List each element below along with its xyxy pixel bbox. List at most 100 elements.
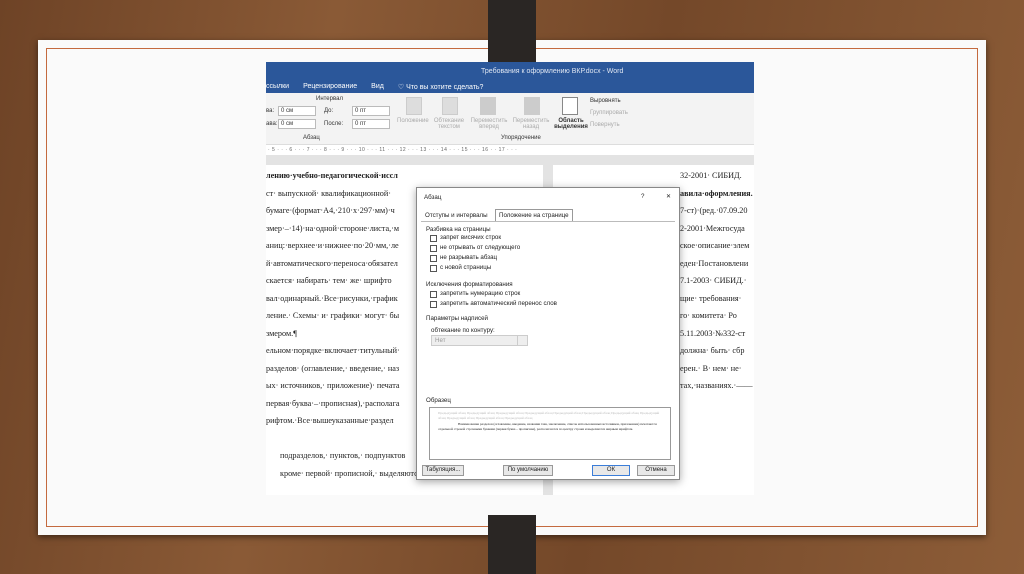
document-line: щие· требования·	[680, 293, 742, 303]
tell-me-search[interactable]: ♡ Что вы хотите сделать?	[398, 83, 484, 91]
document-line: авила·оформления.	[680, 188, 753, 198]
wrap-text-button[interactable]: Обтекание текстом	[432, 118, 466, 130]
arrange-group-label: Упорядочение	[501, 135, 541, 141]
selection-pane-button[interactable]: Область выделения	[553, 118, 589, 130]
spacing-before-label: До:	[324, 108, 334, 114]
checkbox[interactable]	[430, 291, 437, 298]
document-line: бумаге·(формат·А4,·210·х·297·мм)·ч	[266, 206, 395, 215]
document-line: 32-2001· СИБИД.	[680, 171, 742, 180]
document-line: ление.· Схемы· и· графики· могут· бы	[266, 311, 400, 320]
selection-pane-icon	[562, 97, 578, 115]
window-title: Требования к оформлению ВКР.docx - Word	[481, 68, 624, 75]
paragraph-group-label: Абзац	[303, 135, 320, 141]
strap-bottom	[488, 515, 536, 574]
tab-mailings[interactable]: ссылки	[266, 83, 289, 91]
checkbox-label: запретить нумерацию строк	[440, 290, 521, 297]
chevron-down-icon	[517, 336, 527, 345]
document-line: го· комитета· Ро	[680, 311, 737, 320]
sample-current-paragraph: Наименование разделов (оглавление, введе…	[438, 422, 657, 431]
indent-left-label: ва:	[266, 108, 275, 114]
pagination-heading: Разбивка на страницы	[426, 226, 491, 233]
send-backward-icon	[524, 97, 540, 115]
checkbox[interactable]	[430, 235, 437, 242]
document-line: еден·Постановлени	[680, 258, 749, 268]
document-line: лению·учебно-педагогической·иссл	[266, 171, 398, 180]
spacing-before-input[interactable]: 0 пт	[352, 106, 390, 116]
ribbon: Интервал ва: 0 см ава: 0 см До: 0 пт Пос…	[266, 93, 754, 145]
tabs-button[interactable]: Табуляция...	[422, 465, 464, 476]
rotate-button[interactable]: Повернуть	[590, 122, 620, 128]
indent-left-input[interactable]: 0 см	[278, 106, 316, 116]
help-button[interactable]: ?	[641, 193, 644, 200]
checkbox-label: запретить автоматический перенос слов	[440, 300, 557, 307]
checkbox-label: с новой страницы	[440, 264, 492, 271]
paragraph-dialog: Абзац ? ✕ Отступы и интервалы Положение …	[416, 187, 680, 480]
title-bar: Требования к оформлению ВКР.docx - Word …	[266, 62, 754, 93]
tab-review[interactable]: Рецензирование	[303, 83, 357, 91]
indent-right-input[interactable]: 0 см	[278, 119, 316, 129]
document-line: рифтом.·Все·вышеуказанные·раздел	[266, 416, 394, 425]
document-line: 7.1-2003· СИБИД.·	[680, 276, 747, 285]
checkbox-label: запрет висячих строк	[440, 234, 502, 241]
document-line: 5.11.2003·№332-ст	[680, 328, 746, 338]
position-icon	[406, 97, 422, 115]
document-line: аниц:·верхнее·и·нижнее·по·20·мм,·ле	[266, 241, 399, 250]
document-line: змер·–·14)·на·одной·стороне·листа,·м	[266, 223, 400, 233]
position-button[interactable]: Положение	[397, 118, 429, 124]
document-line: 7-ст)·(ред.·07.09.20	[680, 206, 748, 215]
document-line: ское·описание·элем	[680, 241, 750, 250]
document-line: должна· быть· сбр	[680, 346, 745, 355]
group-button[interactable]: Группировать	[590, 110, 628, 116]
sample-preview: Предыдущий абзац Предыдущий абзац Предыд…	[429, 407, 671, 460]
sample-previous-paragraph: Предыдущий абзац Предыдущий абзац Предыд…	[438, 411, 660, 420]
document-line: подразделов,· пунктов,· подпунктов	[280, 451, 406, 460]
tab-view[interactable]: Вид	[371, 83, 384, 91]
checkbox[interactable]	[430, 301, 437, 308]
checkbox-label: не отрывать от следующего	[440, 244, 521, 251]
exceptions-heading: Исключения форматирования	[426, 281, 513, 288]
checkbox[interactable]	[430, 255, 437, 262]
spacing-after-label: После:	[324, 121, 344, 127]
spacing-after-input[interactable]: 0 пт	[352, 119, 390, 129]
align-button[interactable]: Выровнять	[590, 98, 621, 104]
bring-forward-icon	[480, 97, 496, 115]
set-default-button[interactable]: По умолчанию	[503, 465, 553, 476]
sample-heading: Образец	[426, 397, 451, 404]
document-line: 2-2001·Межгосуда	[680, 223, 745, 233]
lightbulb-icon: ♡	[397, 84, 407, 91]
close-icon[interactable]: ✕	[666, 193, 671, 200]
document-line: ых· источников,· приложение)· печата	[266, 381, 400, 390]
tell-me-label: Что вы хотите сделать?	[406, 84, 484, 91]
checkbox[interactable]	[430, 245, 437, 252]
textbox-heading: Параметры надписей	[426, 315, 488, 322]
document-line: скается· набирать· тем· же· шрифто	[266, 276, 392, 285]
wrap-contour-label: обтекание по контуру:	[431, 327, 495, 334]
document-line: ст· выпускной· квалификационной·	[266, 188, 391, 198]
wrap-contour-value: Нет	[435, 337, 446, 344]
document-line: вал·одинарный.·Все·рисунки,·график	[266, 293, 398, 303]
cancel-button[interactable]: Отмена	[637, 465, 675, 476]
send-backward-button[interactable]: Переместить назад	[511, 118, 551, 130]
document-line: первая·буква·–·прописная),·располага	[266, 398, 400, 408]
ruler: · 5 · · · 6 · · · 7 · · · 8 · · · 9 · · …	[266, 145, 754, 155]
document-line: й·автоматического·переноса·обязател	[266, 258, 398, 268]
checkbox-label: не разрывать абзац	[440, 254, 498, 261]
wrap-text-icon	[442, 97, 458, 115]
ribbon-tabs: ссылки Рецензирование Вид ♡ Что вы хотит…	[266, 83, 483, 91]
interval-label: Интервал	[316, 96, 343, 102]
ok-button[interactable]: ОК	[592, 465, 630, 476]
indent-right-label: ава:	[266, 121, 278, 127]
strap-top	[488, 0, 536, 62]
document-line: ерен.· В· нем· не·	[680, 363, 742, 373]
document-line: ельном·порядке·включает·титульный·	[266, 346, 400, 355]
tab-indents-spacing[interactable]: Отступы и интервалы	[425, 212, 488, 219]
document-line: разделов· (оглавление,· введение,· наз	[266, 363, 400, 373]
document-line: тах,·названиях.·——	[680, 381, 753, 390]
tab-line-page-breaks[interactable]: Положение на странице	[495, 209, 573, 221]
tab-divider	[421, 221, 675, 222]
checkbox[interactable]	[430, 265, 437, 272]
dialog-title: Абзац	[424, 194, 442, 201]
bring-forward-button[interactable]: Переместить вперед	[469, 118, 509, 130]
wrap-contour-select[interactable]: Нет	[431, 335, 528, 346]
document-line: змером.¶	[266, 328, 297, 338]
